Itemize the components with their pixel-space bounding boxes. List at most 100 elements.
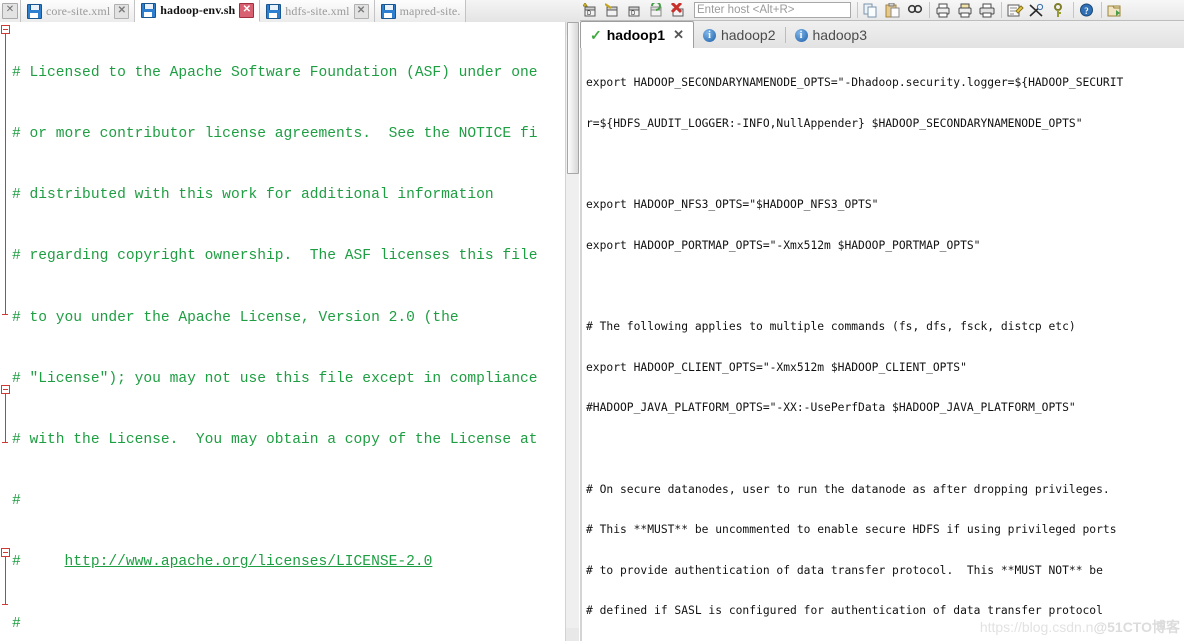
terminal-line: # On secure datanodes, user to run the d…	[586, 482, 1110, 496]
terminal-line: # This **MUST** be uncommented to enable…	[586, 523, 1117, 537]
toolbar-separator	[1001, 2, 1002, 18]
terminal-tab-hadoop1[interactable]: ✓ hadoop1 ✕	[580, 21, 694, 48]
terminal-line: r=${HDFS_AUDIT_LOGGER:-INFO,NullAppender…	[586, 116, 1083, 130]
scrollbar-thumb[interactable]	[567, 22, 579, 174]
toolbar-separator	[857, 2, 858, 18]
application-window: ✕ core-site.xml ✕ hadoop-env.sh ✕ hdfs-s…	[0, 0, 1184, 641]
save-icon	[266, 3, 282, 19]
code-line: #	[12, 615, 21, 632]
code-line: #	[12, 493, 21, 510]
editor-tab-bar: ✕ core-site.xml ✕ hadoop-env.sh ✕ hdfs-s…	[0, 0, 580, 23]
terminal-screen[interactable]: export HADOOP_SECONDARYNAMENODE_OPTS="-D…	[580, 48, 1184, 641]
print-icon[interactable]	[933, 1, 954, 20]
terminal-output: export HADOOP_SECONDARYNAMENODE_OPTS="-D…	[586, 49, 1184, 641]
terminal-tab-bar: ✓ hadoop1 ✕ i hadoop2 i hadoop3	[580, 21, 1184, 49]
terminal-line: # defined if SASL is configured for auth…	[586, 604, 1103, 618]
disconnect-icon[interactable]	[669, 1, 690, 20]
terminal-toolbar: D D Enter host <Alt+R> ?	[580, 0, 1184, 21]
editor-tab-label: hadoop-env.sh	[160, 3, 236, 17]
terminal-line: #HADOOP_JAVA_PLATFORM_OPTS="-XX:-UsePerf…	[586, 401, 1076, 415]
terminal-line: export HADOOP_NFS3_OPTS="$HADOOP_NFS3_OP…	[586, 198, 879, 212]
text-editor-pane: ✕ core-site.xml ✕ hadoop-env.sh ✕ hdfs-s…	[0, 0, 581, 641]
tab-scroll-left-pad[interactable]: ✕	[0, 0, 21, 22]
close-icon[interactable]: ✕	[239, 3, 255, 18]
terminal-tab-label: hadoop1	[606, 27, 666, 43]
terminal-tab-hadoop3[interactable]: i hadoop3	[786, 22, 877, 48]
print-preview-icon[interactable]	[955, 1, 976, 20]
editor-tab-label: mapred-site.	[399, 3, 461, 18]
code-line: # distributed with this work for additio…	[12, 187, 494, 204]
new-session-icon[interactable]: D	[581, 1, 602, 20]
license-url-link[interactable]: http://www.apache.org/licenses/LICENSE-2…	[65, 554, 433, 570]
close-all-icon[interactable]: ✕	[2, 3, 18, 19]
save-icon	[27, 3, 42, 19]
terminal-tab-label: hadoop2	[720, 27, 776, 43]
reconnect-icon[interactable]	[647, 1, 668, 20]
editor-tab-label: core-site.xml	[46, 3, 111, 18]
code-line: # Licensed to the Apache Software Founda…	[12, 64, 538, 81]
fold-end-tick	[2, 442, 8, 443]
svg-text:?: ?	[1084, 6, 1089, 16]
find-icon[interactable]	[905, 1, 926, 20]
editor-tab-label: hdfs-site.xml	[285, 3, 350, 18]
info-icon: i	[794, 28, 808, 42]
help-icon[interactable]: ?	[1077, 1, 1098, 20]
code-line: # or more contributor license agreements…	[12, 126, 538, 143]
svg-text:D: D	[631, 11, 636, 17]
fold-collapse-marker[interactable]	[1, 385, 10, 394]
editor-tab-hadoop-env[interactable]: hadoop-env.sh ✕	[135, 0, 261, 22]
fold-end-tick	[2, 604, 8, 605]
close-icon[interactable]: ✕	[673, 27, 684, 43]
fold-collapse-marker[interactable]	[1, 25, 10, 34]
editor-code-content[interactable]: # Licensed to the Apache Software Founda…	[12, 22, 565, 641]
info-icon: i	[702, 28, 716, 42]
session-properties-icon[interactable]: D	[625, 1, 646, 20]
terminal-line: export HADOOP_CLIENT_OPTS="-Xmx512m $HAD…	[586, 360, 967, 374]
clear-screen-icon[interactable]	[1027, 1, 1048, 20]
key-agent-icon[interactable]	[1049, 1, 1070, 20]
save-icon	[141, 3, 157, 18]
terminal-tab-hadoop2[interactable]: i hadoop2	[694, 22, 785, 48]
fold-end-tick	[2, 314, 8, 315]
terminal-line: # to provide authentication of data tran…	[586, 563, 1103, 577]
fold-margin[interactable]	[0, 22, 12, 641]
code-line: # to you under the Apache License, Versi…	[12, 309, 459, 326]
fold-line	[5, 34, 6, 314]
toolbar-separator	[1101, 2, 1102, 18]
terminal-line: export HADOOP_SECONDARYNAMENODE_OPTS="-D…	[586, 76, 1124, 90]
compose-bar-icon[interactable]	[1005, 1, 1026, 20]
editor-vertical-scrollbar[interactable]	[565, 22, 579, 641]
host-input[interactable]: Enter host <Alt+R>	[694, 2, 851, 18]
save-icon	[380, 3, 396, 19]
fold-collapse-marker[interactable]	[1, 548, 10, 557]
code-line: # "License"); you may not use this file …	[12, 370, 538, 387]
fold-line	[5, 557, 6, 604]
editor-tab-hdfs-site[interactable]: hdfs-site.xml ✕	[260, 0, 375, 22]
close-icon[interactable]: ✕	[353, 3, 369, 19]
new-file-transfer-icon[interactable]	[1105, 1, 1126, 20]
editor-text-area[interactable]: # Licensed to the Apache Software Founda…	[0, 22, 580, 641]
printer-setup-icon[interactable]	[977, 1, 998, 20]
fold-line	[5, 394, 6, 442]
terminal-line: export HADOOP_PORTMAP_OPTS="-Xmx512m $HA…	[586, 238, 981, 252]
code-line: # with the License. You may obtain a cop…	[12, 432, 538, 449]
toolbar-separator	[1073, 2, 1074, 18]
code-line: # regarding copyright ownership. The ASF…	[12, 248, 538, 265]
editor-tab-core-site[interactable]: core-site.xml ✕	[21, 0, 136, 22]
toolbar-separator	[929, 2, 930, 18]
copy-icon[interactable]	[861, 1, 882, 20]
paste-icon[interactable]	[883, 1, 904, 20]
close-icon[interactable]: ✕	[114, 3, 130, 19]
check-icon: ✓	[590, 27, 602, 43]
svg-text:D: D	[587, 11, 592, 17]
open-session-icon[interactable]	[603, 1, 624, 20]
code-line-url: # http://www.apache.org/licenses/LICENSE…	[12, 554, 433, 571]
editor-tab-mapred-site[interactable]: mapred-site.	[374, 0, 467, 22]
terminal-tab-label: hadoop3	[812, 27, 868, 43]
terminal-line: # The following applies to multiple comm…	[586, 319, 1076, 333]
terminal-pane: D D Enter host <Alt+R> ? ✓ hadoop1 ✕ i h…	[580, 0, 1184, 641]
scroll-down-arrow-icon[interactable]	[566, 628, 579, 641]
